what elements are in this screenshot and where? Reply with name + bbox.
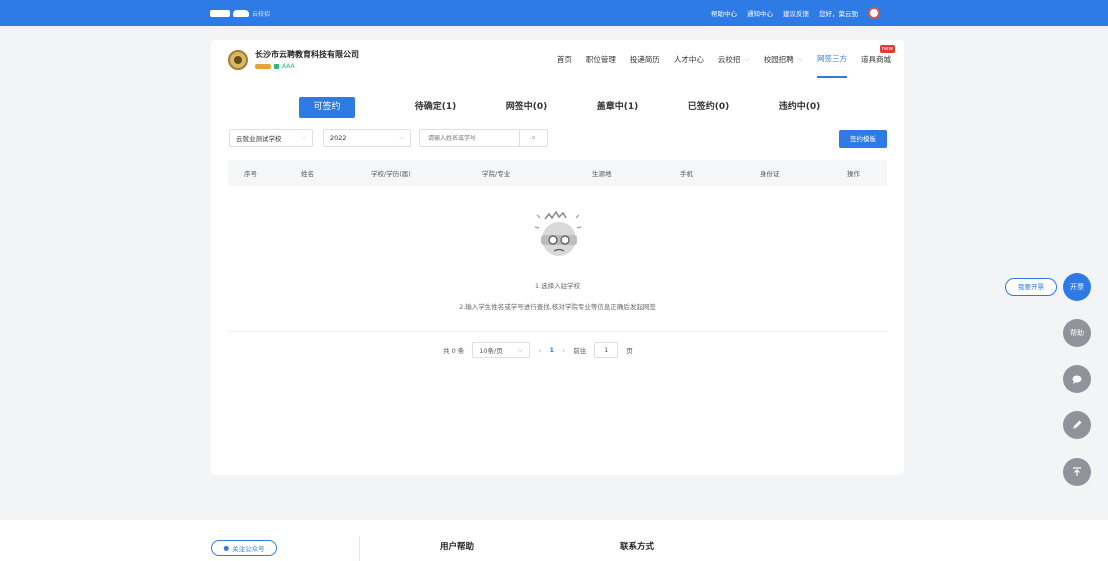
nav-item-shop[interactable]: 道具商城 new xyxy=(861,40,895,78)
nav-label: 首页 xyxy=(556,54,572,64)
year-select-value: 2022 xyxy=(330,134,347,142)
tab-signed[interactable]: 已签约(0) xyxy=(663,97,754,118)
nav-item-home[interactable]: 首页 xyxy=(557,40,572,78)
top-link-help-center[interactable]: 帮助中心 xyxy=(711,8,737,18)
col-idcard: 身份证 xyxy=(760,170,780,178)
user-avatar[interactable] xyxy=(868,7,880,19)
prev-page-icon[interactable]: ‹ xyxy=(538,346,541,355)
wechat-icon: ● xyxy=(223,544,230,552)
nav-label: 网签三方 xyxy=(817,53,847,63)
help-fab[interactable]: 帮助 xyxy=(1063,319,1091,347)
nav-label: 人才中心 xyxy=(673,54,704,64)
rating-icon xyxy=(274,64,279,69)
page-number[interactable]: 1 xyxy=(549,346,554,354)
col-actions: 操作 xyxy=(847,170,860,178)
page-size-value: 10条/页 xyxy=(479,347,503,355)
chevron-down-icon: ⌵ xyxy=(399,134,404,141)
follow-wechat-button[interactable]: ● 关注公众号 xyxy=(211,540,277,556)
main-nav: 首页 职位管理 投递简历 人才中心 云校招 ⌵ 校园招聘 ⌵ 网签三方 道具商城 ne… xyxy=(557,40,895,78)
company-name: 长沙市云聘教育科技有限公司 xyxy=(255,50,359,59)
footer-user-help-title: 用户帮助 xyxy=(440,542,475,552)
pagination-total: 共 0 条 xyxy=(443,347,465,355)
chevron-down-icon: ⌵ xyxy=(517,345,524,354)
pagination: 共 0 条 10条/页 ⌵ ‹ 1 › 前往 1 页 xyxy=(443,342,633,358)
student-search: ⌕ xyxy=(419,129,548,147)
chat-fab[interactable] xyxy=(1063,365,1091,393)
invoice-link-button[interactable]: 我要开票 xyxy=(1005,278,1057,296)
pencil-icon xyxy=(1073,420,1082,429)
filter-bar: 云就业测试学校 ⌵ 2022 ⌵ ⌕ xyxy=(229,129,548,147)
nav-label: 职位管理 xyxy=(585,54,616,64)
col-origin: 生源地 xyxy=(592,170,612,178)
year-select[interactable]: 2022 ⌵ xyxy=(323,129,411,147)
chevron-down-icon: ⌵ xyxy=(744,54,750,63)
company-badges: AAA xyxy=(255,63,359,70)
goto-page-input[interactable]: 1 xyxy=(594,342,619,358)
invoice-fab[interactable]: 开票 xyxy=(1063,273,1091,301)
top-link-notifications[interactable]: 通知中心 xyxy=(747,8,773,18)
goto-label: 前往 xyxy=(573,347,587,355)
col-school: 学校/学历(届) xyxy=(371,170,411,178)
arrow-up-icon xyxy=(1073,467,1081,476)
divider xyxy=(228,331,887,332)
chat-bubble-icon xyxy=(1072,375,1082,384)
cloud-logo-icon xyxy=(233,9,249,17)
school-select[interactable]: 云就业测试学校 ⌵ xyxy=(229,129,313,147)
top-bar: 云校招 帮助中心 通知中心 建议反馈 您好，葉云勁 xyxy=(0,0,1108,26)
footer-divider xyxy=(359,536,360,561)
chevron-down-icon: ⌵ xyxy=(797,54,803,63)
top-link-greeting[interactable]: 您好，葉云勁 xyxy=(819,8,858,18)
search-icon[interactable]: ⌕ xyxy=(519,130,547,146)
nav-item-campus-recruit[interactable]: 校园招聘 ⌵ xyxy=(764,40,803,78)
page-size-select[interactable]: 10条/页 ⌵ xyxy=(472,342,531,358)
col-index: 序号 xyxy=(244,170,257,178)
tab-signing[interactable]: 网签中(0) xyxy=(481,97,572,118)
school-select-value: 云就业测试学校 xyxy=(236,135,282,143)
scroll-top-fab[interactable] xyxy=(1063,458,1091,486)
nav-label: 道具商城 xyxy=(861,54,891,64)
table-header: 序号 姓名 学校/学历(届) 学院/专业 生源地 手机 身份证 操作 xyxy=(228,160,887,186)
nav-item-cloud-campus[interactable]: 云校招 ⌵ xyxy=(718,40,750,78)
tab-signable[interactable]: 可签约 xyxy=(299,97,355,118)
search-input[interactable] xyxy=(420,134,520,142)
top-links: 帮助中心 通知中心 建议反馈 您好，葉云勁 xyxy=(711,0,880,26)
nav-label: 云校招 xyxy=(717,54,741,64)
member-badge-icon xyxy=(255,64,271,69)
col-phone: 手机 xyxy=(680,170,693,178)
status-tabs: 可签约 待确定(1) 网签中(0) 盖章中(1) 已签约(0) 违约中(0) xyxy=(299,97,845,118)
nav-label: 校园招聘 xyxy=(763,54,794,64)
logo-mark-icon xyxy=(210,9,230,17)
follow-wechat-label: 关注公众号 xyxy=(232,545,265,553)
empty-hint-2: 2.输入学生姓名或学号进行查找,核对学院专业等信息正确后发起网签 xyxy=(459,303,656,311)
rating-badge: AAA xyxy=(282,63,295,70)
company-logo xyxy=(228,49,248,70)
tab-breach[interactable]: 违约中(0) xyxy=(754,97,845,118)
company-header: 长沙市云聘教育科技有限公司 AAA xyxy=(228,49,359,70)
next-page-icon[interactable]: › xyxy=(562,346,565,355)
nav-item-resumes[interactable]: 投递简历 xyxy=(630,40,660,78)
main-card: 长沙市云聘教育科技有限公司 AAA 首页 职位管理 投递简历 人才中心 云校招 ⌵… xyxy=(211,40,904,475)
footer: ● 关注公众号 用户帮助 联系方式 xyxy=(0,520,1108,561)
sign-template-button[interactable]: 签约模板 xyxy=(839,130,887,148)
footer-contact-title: 联系方式 xyxy=(620,542,655,552)
col-name: 姓名 xyxy=(301,170,314,178)
new-badge: new xyxy=(879,45,895,53)
tab-stamping[interactable]: 盖章中(1) xyxy=(572,97,663,118)
empty-hint-1: 1.选择入驻学校 xyxy=(534,282,581,290)
empty-state-illustration xyxy=(534,210,582,256)
site-logo[interactable]: 云校招 xyxy=(210,9,271,18)
nav-item-jobs[interactable]: 职位管理 xyxy=(586,40,616,78)
page-unit-label: 页 xyxy=(626,347,633,355)
tab-pending[interactable]: 待确定(1) xyxy=(390,97,481,118)
top-link-feedback[interactable]: 建议反馈 xyxy=(783,8,809,18)
logo-text: 云校招 xyxy=(252,10,271,18)
nav-label: 投递简历 xyxy=(629,54,660,64)
col-major: 学院/专业 xyxy=(482,170,511,178)
edit-fab[interactable] xyxy=(1063,411,1091,439)
nav-item-tripartite[interactable]: 网签三方 xyxy=(817,40,847,78)
chevron-down-icon: ⌵ xyxy=(301,134,306,141)
nav-item-talent[interactable]: 人才中心 xyxy=(674,40,704,78)
